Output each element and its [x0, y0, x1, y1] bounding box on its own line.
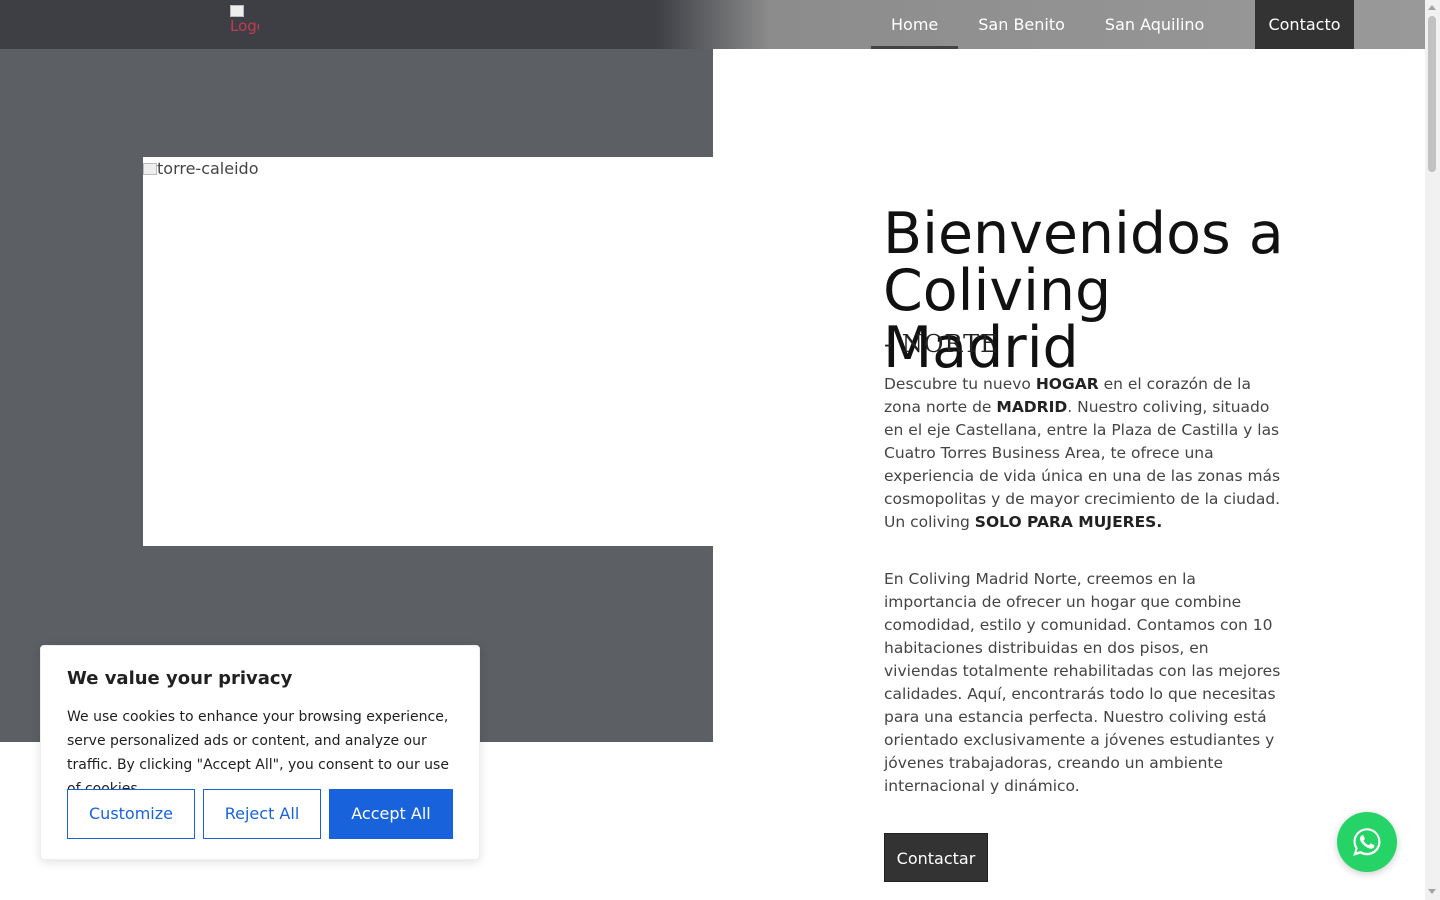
site-header: Logo Home San Benito San Aquilino Contac…	[0, 0, 1425, 49]
cookie-reject-button[interactable]: Reject All	[203, 789, 321, 839]
logo-alt-text: Logo	[230, 17, 259, 35]
description-paragraph: En Coliving Madrid Norte, creemos en la …	[884, 570, 1281, 795]
cookie-buttons: Customize Reject All Accept All	[67, 789, 453, 839]
intro-text-3: . Nuestro coliving, situado en el eje Ca…	[884, 398, 1281, 531]
scroll-down-icon[interactable]	[1428, 889, 1436, 894]
nav-san-benito[interactable]: San Benito	[958, 0, 1085, 49]
hero-image-alt: torre-caleido	[157, 159, 259, 178]
contact-nav-button[interactable]: Contacto	[1255, 0, 1354, 49]
scrollbar-thumb[interactable]	[1428, 16, 1436, 172]
main-nav: Home San Benito San Aquilino	[871, 0, 1224, 49]
cookie-banner: We value your privacy We use cookies to …	[40, 645, 480, 860]
intro-paragraph: Descubre tu nuevo HOGAR en el corazón de…	[884, 373, 1284, 534]
nav-san-aquilino[interactable]: San Aquilino	[1085, 0, 1224, 49]
scroll-up-icon[interactable]	[1428, 5, 1436, 10]
intro-bold-mujeres: SOLO PARA MUJERES.	[974, 513, 1163, 531]
whatsapp-button[interactable]	[1337, 812, 1397, 872]
page-scrollbar[interactable]	[1425, 0, 1440, 900]
cookie-title: We value your privacy	[67, 668, 293, 689]
intro-bold-hogar: HOGAR	[1035, 375, 1099, 393]
contactar-button[interactable]: Contactar	[884, 833, 988, 882]
logo[interactable]: Logo	[230, 5, 259, 43]
cookie-accept-button[interactable]: Accept All	[329, 789, 453, 839]
page-subtitle: - NORTE	[884, 330, 999, 358]
cookie-customize-button[interactable]: Customize	[67, 789, 195, 839]
broken-image-icon	[143, 163, 157, 175]
broken-image-icon	[230, 5, 244, 17]
nav-home[interactable]: Home	[871, 0, 959, 49]
hero-image: torre-caleido	[143, 157, 713, 546]
whatsapp-icon	[1353, 828, 1381, 856]
intro-text-1: Descubre tu nuevo	[884, 375, 1036, 393]
intro-bold-madrid: MADRID	[996, 398, 1068, 416]
cookie-text: We use cookies to enhance your browsing …	[67, 709, 449, 797]
